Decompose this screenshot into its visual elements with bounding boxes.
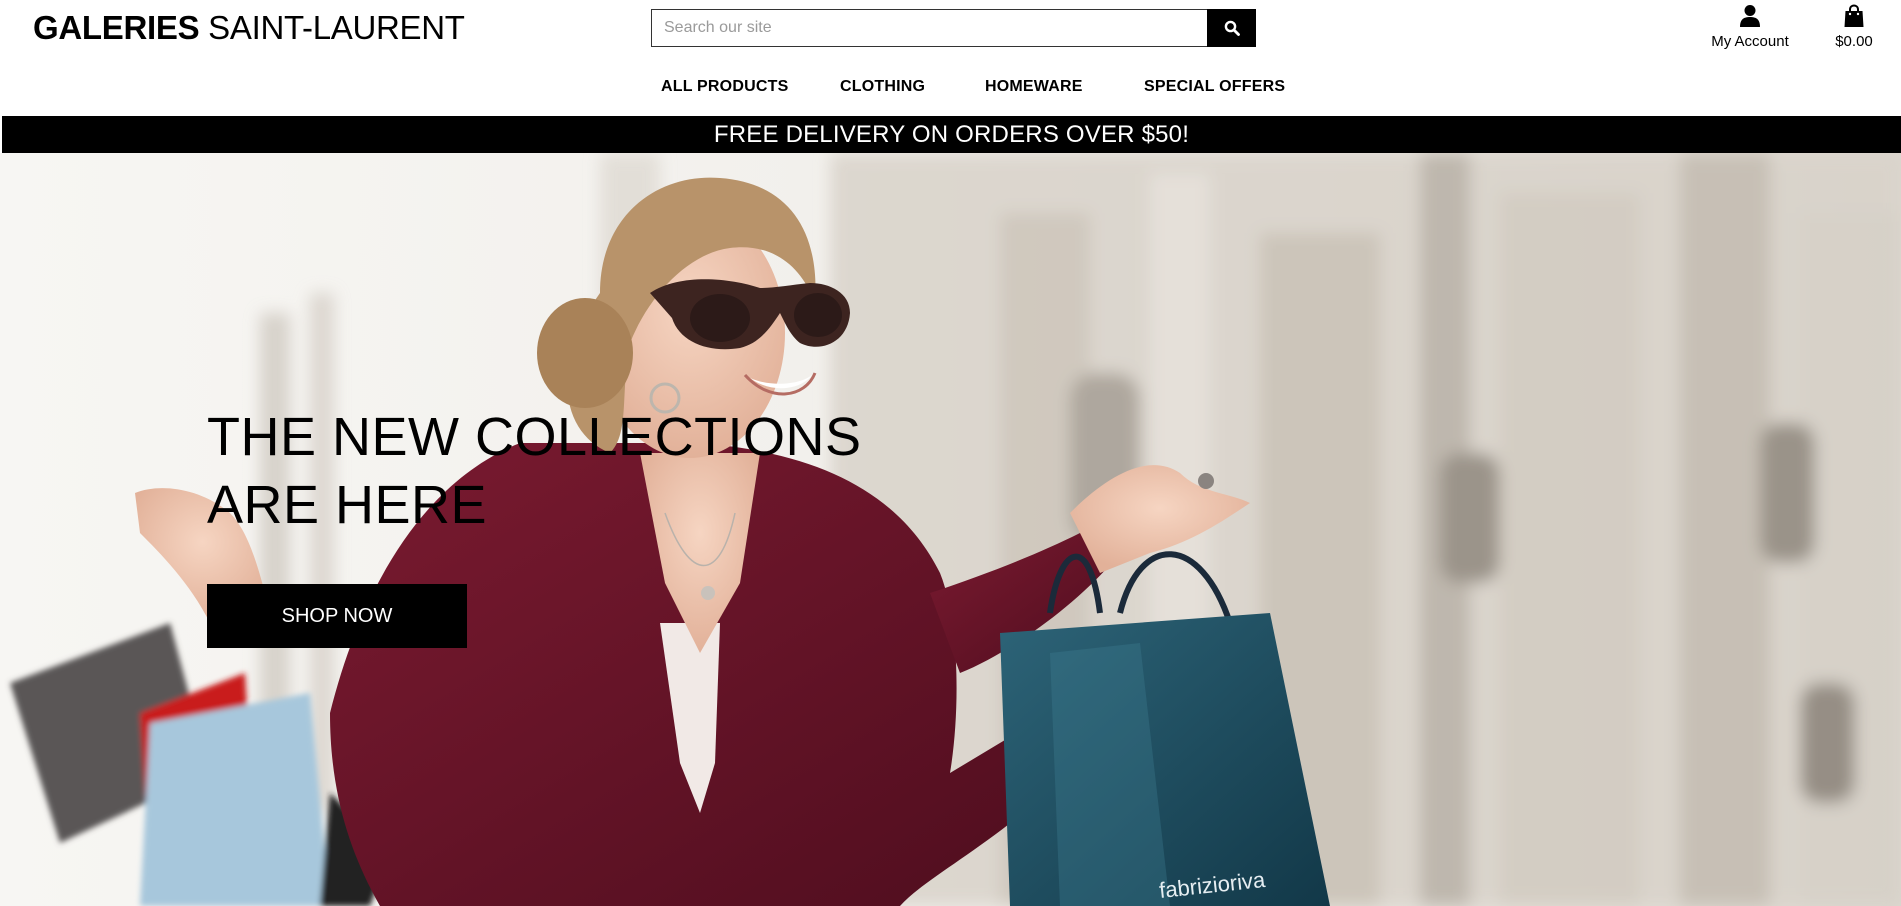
- shop-now-button[interactable]: SHOP NOW: [207, 584, 467, 648]
- hero-title: THE NEW COLLECTIONS ARE HERE: [207, 403, 862, 539]
- cart-link[interactable]: $0.00: [1826, 2, 1882, 52]
- site-header: GALERIES SAINT-LAURENT My Account $0.00 …: [0, 0, 1901, 116]
- my-account-label: My Account: [1711, 33, 1789, 50]
- nav-item-special-offers[interactable]: SPECIAL OFFERS: [1144, 78, 1285, 96]
- site-logo[interactable]: GALERIES SAINT-LAURENT: [33, 8, 465, 48]
- logo-brand-bold: GALERIES: [33, 9, 200, 46]
- nav-item-homeware[interactable]: HOMEWARE: [985, 78, 1083, 96]
- nav-item-clothing[interactable]: CLOTHING: [840, 78, 925, 96]
- user-icon: [1740, 5, 1760, 27]
- shopping-bag-icon: [1844, 4, 1864, 27]
- search-form: [651, 9, 1256, 47]
- logo-brand-light: SAINT-LAURENT: [199, 9, 465, 46]
- search-input[interactable]: [651, 9, 1207, 47]
- hero-title-line-1: THE NEW COLLECTIONS: [207, 407, 862, 467]
- main-nav: ALL PRODUCTS CLOTHING HOMEWARE SPECIAL O…: [0, 78, 1901, 100]
- search-button[interactable]: [1207, 9, 1256, 47]
- nav-item-all-products[interactable]: ALL PRODUCTS: [661, 78, 788, 96]
- cart-total: $0.00: [1835, 33, 1873, 50]
- hero-section: fabrizioriva THE NEW COLLECTIONS ARE HER…: [0, 153, 1901, 906]
- my-account-link[interactable]: My Account: [1700, 2, 1800, 52]
- hero-title-line-2: ARE HERE: [207, 475, 488, 535]
- free-delivery-banner: FREE DELIVERY ON ORDERS OVER $50!: [2, 116, 1901, 153]
- search-icon: [1224, 20, 1240, 36]
